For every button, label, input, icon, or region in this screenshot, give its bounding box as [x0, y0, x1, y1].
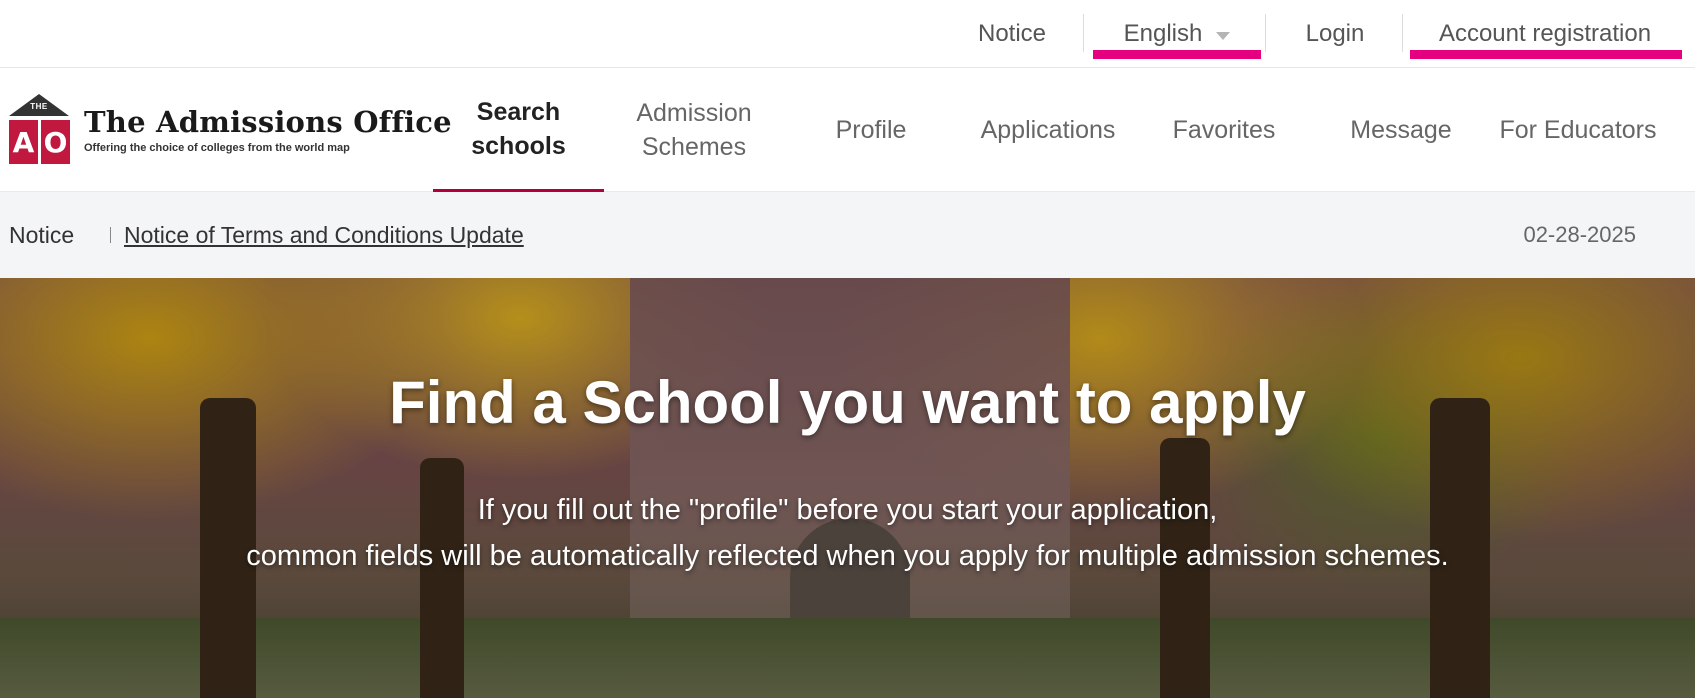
nav-label: Favorites — [1172, 116, 1276, 144]
hero-banner: Find a School you want to apply If you f… — [0, 278, 1695, 698]
utility-bar: Notice English Login Account registratio… — [0, 0, 1695, 68]
caret-down-icon — [1216, 31, 1231, 40]
hero-subtitle-line1: If you fill out the "profile" before you… — [477, 494, 1218, 526]
logo-title: The Admissions Office — [84, 105, 452, 139]
divider — [1265, 14, 1266, 52]
nav-label-line2: schools — [471, 131, 566, 160]
login-label: Login — [1305, 20, 1365, 47]
nav-search-schools[interactable]: Search schools — [433, 68, 604, 192]
divider — [110, 227, 111, 243]
hero-subtitle-line2: common fields will be automatically refl… — [246, 540, 1449, 572]
registration-underline — [1410, 50, 1682, 59]
nav-profile[interactable]: Profile — [784, 68, 958, 192]
logo-the-text: THE — [30, 102, 48, 111]
hero-overlay — [0, 278, 1695, 698]
logo-mark: THE A O — [8, 94, 70, 166]
account-registration-label: Account registration — [1438, 20, 1652, 47]
divider — [1083, 14, 1084, 52]
notice-link[interactable]: Notice — [962, 0, 1062, 68]
nav-favorites[interactable]: Favorites — [1138, 68, 1310, 192]
divider — [1402, 14, 1403, 52]
notice-label: Notice — [9, 221, 75, 248]
nav-label: Applications — [980, 116, 1116, 144]
logo-tagline: Offering the choice of colleges from the… — [84, 142, 350, 154]
login-link[interactable]: Login — [1282, 0, 1388, 68]
nav-for-educators[interactable]: For Educators — [1492, 68, 1664, 192]
nav-label-line1: Search — [476, 97, 561, 126]
nav-label: Profile — [835, 116, 907, 144]
notice-date: 02-28-2025 — [1523, 222, 1636, 247]
notice-link-label: Notice — [977, 20, 1047, 47]
nav-label: For Educators — [1499, 116, 1657, 144]
main-nav: THE A O The Admissions Office Offering t… — [0, 68, 1695, 192]
notice-article-link[interactable]: Notice of Terms and Conditions Update — [124, 192, 524, 278]
nav-applications[interactable]: Applications — [958, 68, 1138, 192]
logo-a-block: A — [9, 120, 38, 164]
nav-label-line1: Admission — [636, 99, 752, 127]
language-label: English — [1123, 20, 1203, 47]
nav-label-line2: Schemes — [641, 133, 747, 161]
notice-strip: Notice Notice of Terms and Conditions Up… — [0, 192, 1695, 278]
nav-label: Message — [1350, 116, 1452, 144]
nav-message[interactable]: Message — [1310, 68, 1492, 192]
nav-admission-schemes[interactable]: Admission Schemes — [604, 68, 784, 192]
hero-title: Find a School you want to apply — [389, 369, 1306, 436]
logo[interactable]: THE A O The Admissions Office Offering t… — [8, 94, 452, 166]
language-underline — [1093, 50, 1261, 59]
logo-o-block: O — [41, 120, 70, 164]
